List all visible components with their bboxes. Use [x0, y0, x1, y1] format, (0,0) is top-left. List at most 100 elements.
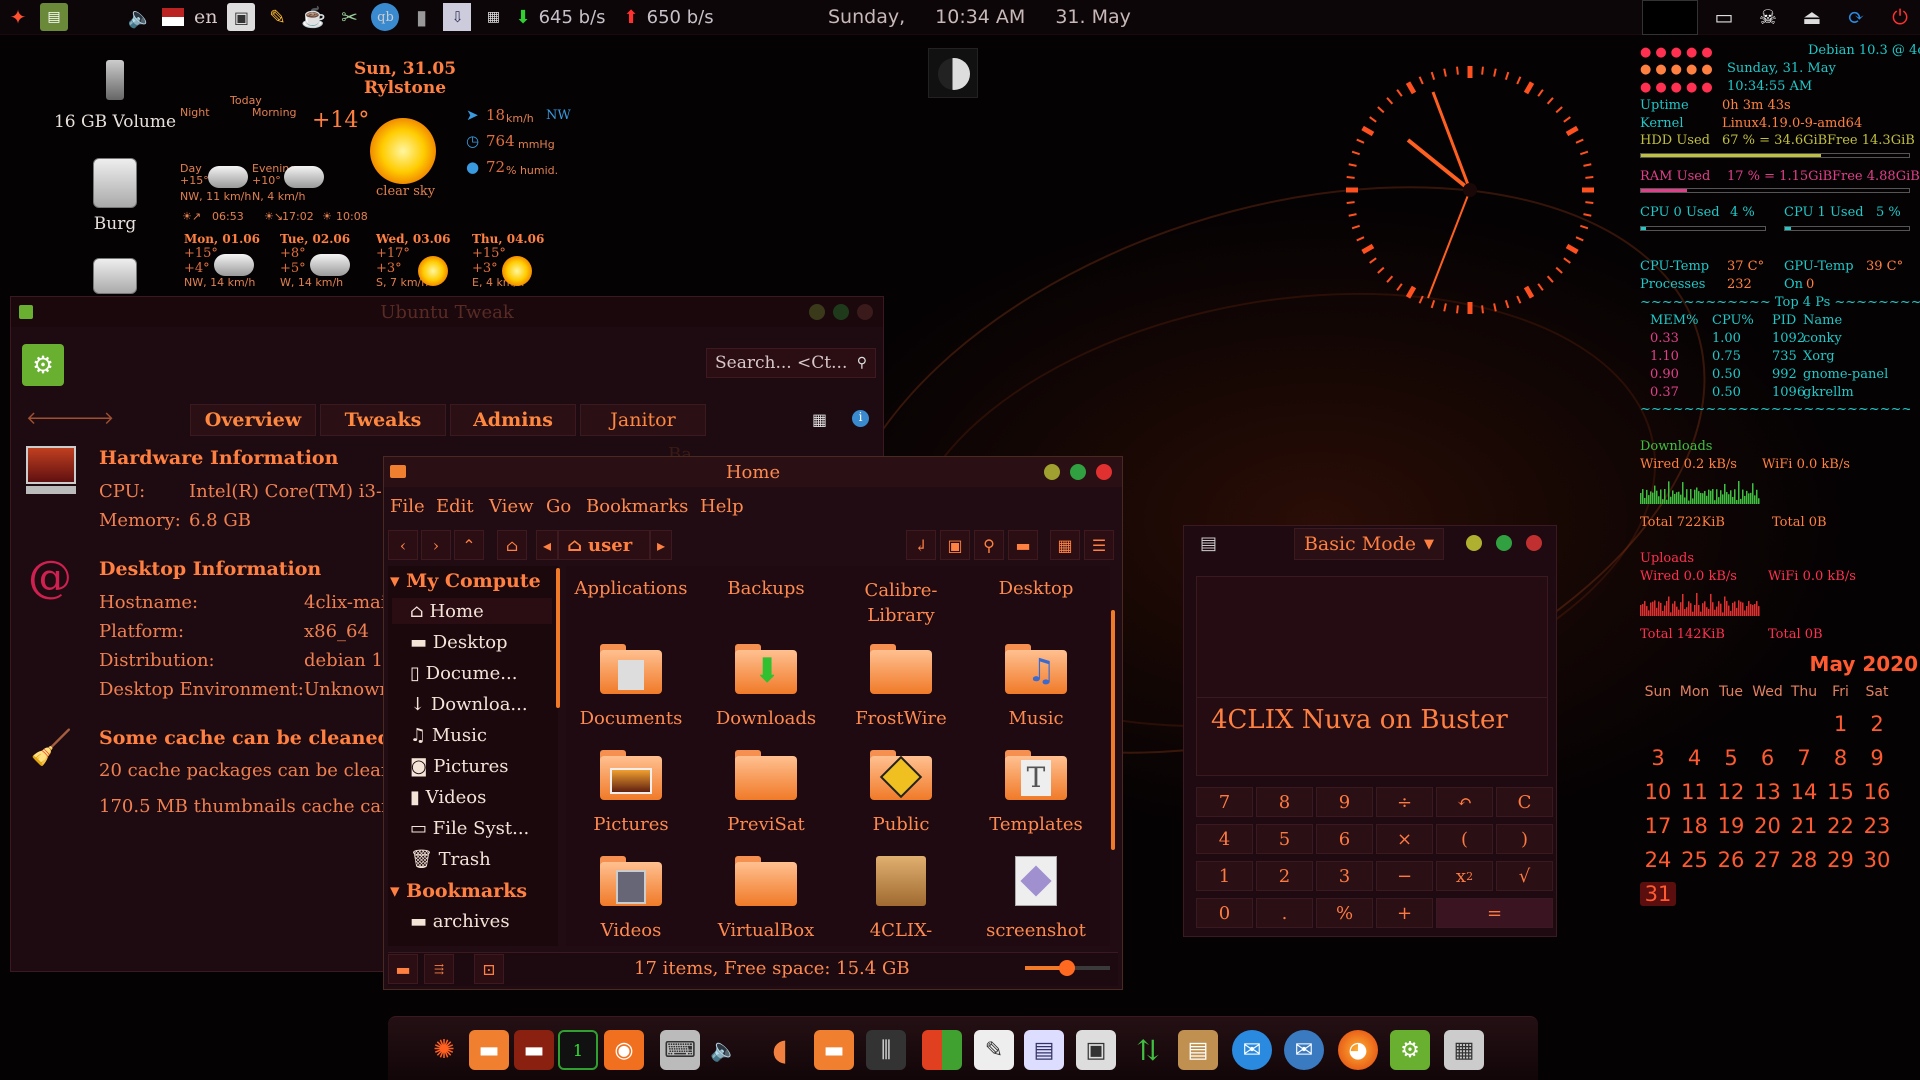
sidebar-item-music[interactable]: ♫ Music	[410, 725, 487, 746]
calc-key[interactable]: 6	[1316, 824, 1373, 854]
calendar-day[interactable]: 21	[1786, 814, 1822, 838]
calc-key[interactable]: 1	[1196, 861, 1253, 891]
folder-label[interactable]: Videos	[566, 920, 696, 941]
calendar-day[interactable]: 6	[1750, 746, 1786, 770]
sidebar-section-computer[interactable]: ▾ My Compute	[390, 570, 541, 592]
show-places-icon[interactable]: ▬	[388, 954, 418, 984]
package-icon[interactable]	[870, 856, 932, 906]
minimize-button[interactable]	[809, 304, 825, 320]
terminal-icon[interactable]: ▣	[940, 530, 970, 560]
minimize-button[interactable]	[1466, 535, 1482, 551]
search-icon[interactable]: ⚲	[974, 530, 1004, 560]
calendar-day[interactable]: 23	[1859, 814, 1895, 838]
tools-icon[interactable]: ✎	[263, 3, 291, 31]
sidebar-item-downloads[interactable]: ↓ Downloa...	[410, 694, 528, 715]
toggle-path-icon[interactable]: ↲	[906, 530, 936, 560]
calendar-day[interactable]: 30	[1859, 848, 1895, 872]
folder-label[interactable]: Music	[971, 708, 1101, 729]
folder-label[interactable]: Documents	[566, 708, 696, 729]
volume-icon[interactable]: 🔈	[704, 1030, 744, 1070]
drive-icon[interactable]: ⏏	[1798, 3, 1826, 31]
calc-key[interactable]: (	[1436, 824, 1493, 854]
sidebar-item-trash[interactable]: 🗑 Trash	[410, 849, 491, 870]
calendar-day[interactable]: 29	[1823, 848, 1859, 872]
calendar-day[interactable]: 2	[1859, 712, 1895, 736]
forward-arrow-icon[interactable]: 🡒	[66, 408, 114, 429]
calc-key[interactable]: ×	[1376, 824, 1433, 854]
calc-key[interactable]: 7	[1196, 787, 1253, 817]
maximize-button[interactable]	[1496, 535, 1512, 551]
folder-videos-icon[interactable]	[600, 856, 662, 906]
firefox-icon[interactable]: ◕	[1338, 1030, 1378, 1070]
image-file-icon[interactable]	[1005, 856, 1067, 906]
folder-label[interactable]: Templates	[971, 814, 1101, 835]
up-button[interactable]: ⌃	[454, 530, 484, 560]
calc-key[interactable]: −	[1376, 861, 1433, 891]
sidebar-section-bookmarks[interactable]: ▾ Bookmarks	[390, 880, 527, 902]
tab-tweaks[interactable]: Tweaks	[320, 404, 446, 436]
screenshot-icon[interactable]: ▣	[227, 3, 256, 31]
desktop-drive-burg[interactable]: Burg	[50, 158, 180, 234]
calc-key[interactable]: 9	[1316, 787, 1373, 817]
folder-frostwire-icon[interactable]	[870, 644, 932, 694]
calendar-day[interactable]: 3	[1640, 746, 1676, 770]
power-icon[interactable]: ⏻	[1886, 3, 1914, 31]
keyboard-layout[interactable]: en	[194, 6, 217, 28]
transfer-icon[interactable]: ⇅	[1128, 1030, 1168, 1070]
grid-icon[interactable]: ▦	[812, 410, 827, 429]
rss-icon[interactable]: ◉	[604, 1030, 644, 1070]
hide-sidebar-icon[interactable]: ⊡	[474, 954, 504, 984]
volume-icon[interactable]: 🔈	[126, 3, 154, 31]
calculator-dock-icon[interactable]: ▦	[1444, 1030, 1484, 1070]
icon-view-icon[interactable]: ▦	[1050, 530, 1080, 560]
folder-icon[interactable]: ▤	[40, 3, 68, 31]
folder-label[interactable]: Calibre- Library	[836, 578, 966, 628]
calendar-day[interactable]: 9	[1859, 746, 1895, 770]
calendar-day[interactable]: 8	[1823, 746, 1859, 770]
calendar-day[interactable]: 18	[1677, 814, 1713, 838]
sidebar-item-desktop[interactable]: ▬ Desktop	[410, 632, 508, 653]
calendar-day[interactable]: 28	[1786, 848, 1822, 872]
text-editor-icon[interactable]: ✎	[974, 1030, 1014, 1070]
workspace-preview[interactable]	[1642, 0, 1698, 35]
folder-music-icon[interactable]: ♫	[1005, 644, 1067, 694]
path-left-button[interactable]: ◂	[536, 530, 558, 560]
sidebar-item-videos[interactable]: ▮ Videos	[410, 787, 486, 808]
flag-icon[interactable]	[162, 8, 184, 26]
calendar-day[interactable]: 4	[1677, 746, 1713, 770]
calc-key[interactable]: ↶	[1436, 787, 1493, 817]
calc-key[interactable]: 3	[1316, 861, 1373, 891]
calendar-day[interactable]: 14	[1786, 780, 1822, 804]
windows-icon[interactable]	[922, 1030, 962, 1070]
calendar-day[interactable]: 13	[1750, 780, 1786, 804]
sidebar-item-documents[interactable]: ▯ Docume...	[410, 663, 517, 684]
calendar-day[interactable]: 11	[1677, 780, 1713, 804]
calc-key[interactable]: 0	[1196, 898, 1253, 928]
maximize-button[interactable]	[833, 304, 849, 320]
shell-icon[interactable]: ◖	[760, 1030, 800, 1070]
zoom-slider-handle[interactable]	[1059, 960, 1075, 976]
refresh-icon[interactable]: ⟳	[1842, 3, 1870, 31]
calc-key[interactable]: C	[1496, 787, 1553, 817]
cup-icon[interactable]: ☕	[299, 3, 327, 31]
desktop-drive-16gb[interactable]: 16 GB Volume	[50, 60, 180, 132]
folder-label[interactable]: Public	[836, 814, 966, 835]
calendar-day[interactable]: 25	[1677, 848, 1713, 872]
menu-go[interactable]: Go	[546, 496, 571, 517]
file-view[interactable]: Applications Backups Calibre- Library De…	[566, 566, 1110, 946]
calc-key[interactable]: =	[1436, 898, 1553, 928]
calendar-day[interactable]: 7	[1786, 746, 1822, 770]
home-button[interactable]: ⌂	[497, 530, 527, 560]
file-view-scrollbar[interactable]	[1111, 610, 1115, 850]
calc-key[interactable]: 5	[1256, 824, 1313, 854]
menu-view[interactable]: View	[489, 496, 534, 517]
archive-manager-icon[interactable]: ▤	[1178, 1030, 1218, 1070]
calculator-display[interactable]: 4CLIX Nuva on Buster	[1196, 576, 1548, 776]
calc-key[interactable]: %	[1316, 898, 1373, 928]
ubuntu-tweak-titlebar[interactable]: Ubuntu Tweak	[11, 297, 883, 327]
calendar-day[interactable]: 1	[1823, 712, 1859, 736]
folder-templates-icon[interactable]: T	[1005, 750, 1067, 800]
sidebar-item-pictures[interactable]: ◙ Pictures	[410, 756, 508, 777]
keyboard-icon[interactable]: ⌨	[660, 1030, 700, 1070]
folder-label[interactable]: PreviSat	[701, 814, 831, 835]
